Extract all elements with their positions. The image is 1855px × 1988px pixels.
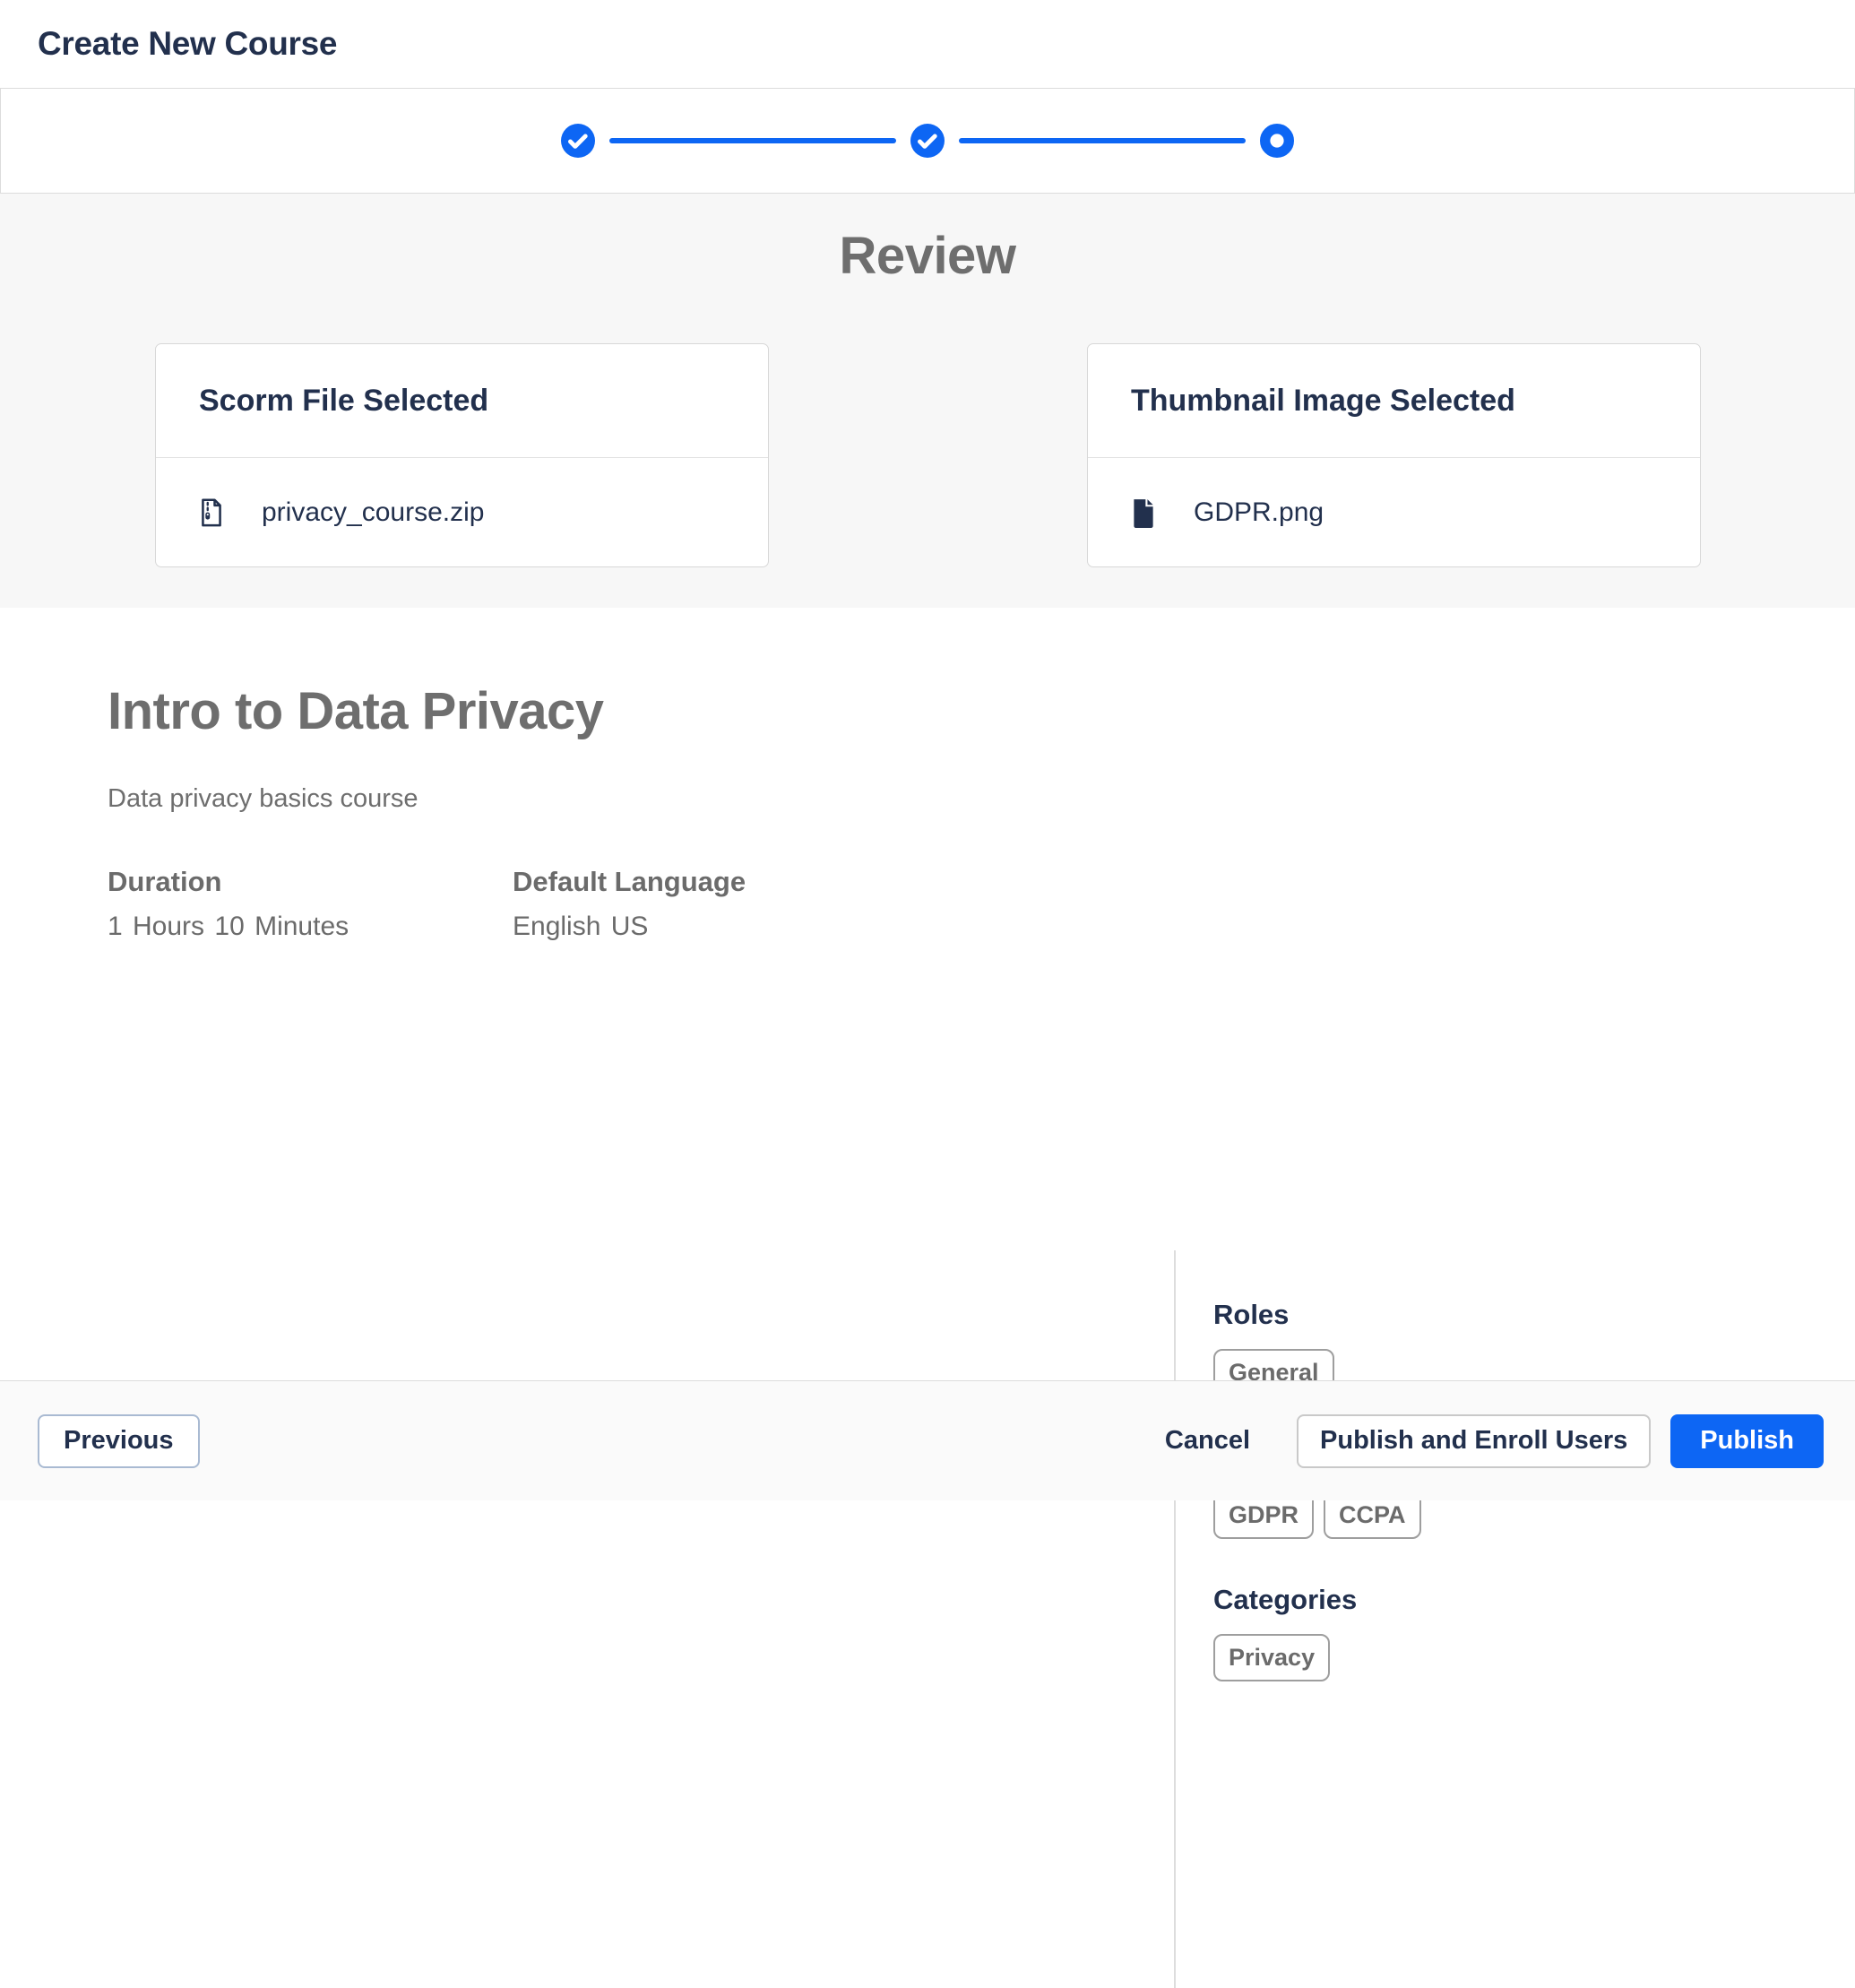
step-2-complete-check-icon[interactable] xyxy=(910,124,945,158)
course-title: Intro to Data Privacy xyxy=(108,685,1093,739)
scorm-file-name: privacy_course.zip xyxy=(262,497,484,528)
cancel-button[interactable]: Cancel xyxy=(1165,1426,1250,1456)
wizard-stepper xyxy=(0,88,1855,194)
step-connector xyxy=(959,138,1246,143)
tags-sidebar: Roles General Laws GDPR CCPA Categories … xyxy=(1174,1250,1855,1988)
publish-button[interactable]: Publish xyxy=(1670,1414,1824,1468)
roles-label: Roles xyxy=(1213,1299,1855,1331)
thumbnail-image-card: Thumbnail Image Selected GDPR.png xyxy=(1087,343,1701,567)
category-chip-privacy: Privacy xyxy=(1213,1634,1330,1681)
footer-action-bar: Previous Cancel Publish and Enroll Users… xyxy=(0,1380,1855,1500)
file-icon xyxy=(1131,497,1156,528)
language-block: Default Language English US xyxy=(513,866,746,942)
categories-label: Categories xyxy=(1213,1584,1855,1616)
scorm-card-title: Scorm File Selected xyxy=(156,344,768,458)
duration-block: Duration 1 Hours 10 Minutes xyxy=(108,866,513,942)
review-section: Review Scorm File Selected privacy_cours… xyxy=(0,194,1855,608)
duration-value: 1 Hours 10 Minutes xyxy=(108,912,513,942)
thumbnail-card-body: GDPR.png xyxy=(1088,458,1700,567)
duration-label: Duration xyxy=(108,866,513,898)
step-connector xyxy=(609,138,896,143)
language-label: Default Language xyxy=(513,866,746,898)
zip-file-icon xyxy=(199,497,224,528)
page-header: Create New Course xyxy=(0,0,1855,88)
publish-and-enroll-button[interactable]: Publish and Enroll Users xyxy=(1297,1414,1651,1468)
thumbnail-file-name: GDPR.png xyxy=(1194,497,1324,528)
course-details-pane: Intro to Data Privacy Data privacy basic… xyxy=(108,685,1093,942)
scorm-card-body: privacy_course.zip xyxy=(156,458,768,567)
language-value: English US xyxy=(513,912,746,942)
categories-section: Categories Privacy xyxy=(1213,1584,1855,1681)
previous-button[interactable]: Previous xyxy=(38,1414,200,1468)
step-3-current-circle-icon[interactable] xyxy=(1260,124,1294,158)
course-meta-row: Duration 1 Hours 10 Minutes Default Lang… xyxy=(108,866,1093,942)
review-heading: Review xyxy=(0,194,1855,286)
review-cards-row: Scorm File Selected privacy_course.zip T… xyxy=(155,343,1701,567)
course-summary-section: Intro to Data Privacy Data privacy basic… xyxy=(0,608,1855,1380)
categories-chips: Privacy xyxy=(1213,1634,1855,1681)
course-description: Data privacy basics course xyxy=(108,784,1093,814)
scorm-file-card: Scorm File Selected privacy_course.zip xyxy=(155,343,769,567)
step-1-complete-check-icon[interactable] xyxy=(561,124,595,158)
page-title: Create New Course xyxy=(38,25,337,63)
thumbnail-card-title: Thumbnail Image Selected xyxy=(1088,344,1700,458)
